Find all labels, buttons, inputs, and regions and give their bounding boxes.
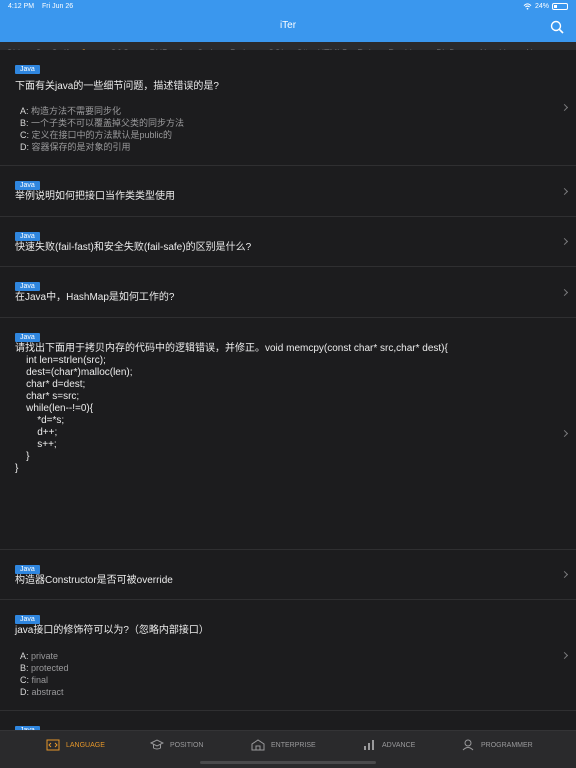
option-text: abstract: [29, 687, 64, 697]
option-letter: C:: [20, 675, 29, 685]
option-letter: C:: [20, 130, 29, 140]
answer-option: C: 定义在接口中的方法默认是public的: [20, 129, 172, 141]
status-right: 24%: [523, 3, 568, 10]
language-badge: Java: [15, 333, 40, 342]
answer-option: D: abstract: [20, 686, 64, 698]
option-letter: A:: [20, 651, 29, 661]
graduation-cap-icon: [150, 739, 164, 750]
bar-chart-icon: [364, 740, 374, 750]
option-letter: D:: [20, 687, 29, 697]
language-badge: Java: [15, 282, 40, 291]
list-item[interactable]: Java 下面有关java的一些细节问题，描述错误的是? A: 构造方法不需要同步化…: [0, 50, 576, 166]
question-text: 举例说明如何把接口当作类类型使用: [15, 191, 175, 202]
bottom-tab-label: LANGUAGE: [66, 741, 105, 749]
battery-icon: [552, 3, 568, 10]
question-text: java接口的修饰符可以为?（忽略内部接口）: [15, 625, 209, 636]
building-icon: [251, 739, 265, 751]
option-letter: B:: [20, 118, 29, 128]
answer-option: C: final: [20, 674, 48, 686]
option-letter: D:: [20, 142, 29, 152]
option-letter: B:: [20, 663, 29, 673]
search-icon[interactable]: [550, 20, 564, 34]
bottom-tab-enterprise[interactable]: ENTERPRISE: [251, 739, 316, 751]
answer-option: B: 一个子类不可以覆盖掉父类的同步方法: [20, 117, 184, 129]
battery-percent: 24%: [534, 3, 549, 10]
question-text: 请找出下面用于拷贝内存的代码中的逻辑错误，并修正。void memcpy(con…: [15, 343, 448, 474]
status-time: 4:12 PM: [8, 3, 35, 10]
answer-option: A: private: [20, 650, 58, 662]
chevron-right-icon: [560, 237, 569, 246]
option-text: protected: [28, 663, 69, 673]
top-bar: 4:12 PM Fri Jun 26 24% iTer: [0, 0, 576, 42]
language-badge: Java: [15, 65, 40, 74]
list-item[interactable]: Java 快速失败(fail-fast)和安全失败(fail-safe)的区别是什…: [0, 217, 576, 267]
option-text: 定义在接口中的方法默认是public的: [29, 130, 173, 140]
bottom-tab-label: POSITION: [170, 741, 204, 749]
bottom-tab-label: PROGRAMMER: [481, 741, 533, 749]
chevron-right-icon: [560, 651, 569, 659]
question-text: 构造器Constructor是否可被override: [15, 575, 173, 586]
bottom-tab-language[interactable]: LANGUAGE: [46, 739, 105, 751]
language-tab-strip[interactable]: Object-CSwiftJavaC&C++PHPJavaScriptPytho…: [0, 42, 576, 50]
option-text: 一个子类不可以覆盖掉父类的同步方法: [28, 118, 185, 128]
list-item[interactable]: Java 举例说明如何把接口当作类类型使用: [0, 166, 576, 217]
option-text: private: [28, 651, 59, 661]
language-badge: Java: [15, 565, 40, 574]
list-item[interactable]: Java用Java写代码来解决生产者——消费者问题?: [0, 711, 576, 730]
language-badge: Java: [15, 232, 40, 241]
language-badge: Java: [15, 615, 40, 624]
chevron-right-icon: [560, 570, 569, 579]
question-text: 快速失败(fail-fast)和安全失败(fail-safe)的区别是什么?: [15, 242, 252, 253]
chevron-right-icon: [560, 103, 569, 112]
list-item[interactable]: Java java接口的修饰符可以为?（忽略内部接口） A: private B: p…: [0, 600, 576, 711]
answer-option: A: 构造方法不需要同步化: [20, 105, 121, 117]
option-text: final: [29, 675, 49, 685]
page-title: iTer: [279, 20, 297, 31]
list-item[interactable]: Java 构造器Constructor是否可被override: [0, 550, 576, 600]
option-text: 构造方法不需要同步化: [28, 106, 122, 116]
bottom-tab-label: ENTERPRISE: [271, 741, 316, 749]
chevron-right-icon: [560, 429, 569, 438]
status-bar: 4:12 PM Fri Jun 26 24%: [8, 3, 568, 15]
question-list[interactable]: Java 下面有关java的一些细节问题，描述错误的是? A: 构造方法不需要同步化…: [0, 50, 576, 730]
bottom-tab-bar: LANGUAGE POSITION ENTERPRISE ADVANCE PROGRAM…: [0, 730, 576, 768]
code-icon: [46, 739, 60, 751]
bottom-tab-advance[interactable]: ADVANCE: [362, 739, 415, 751]
bottom-tab-position[interactable]: POSITION: [150, 739, 203, 751]
home-indicator: [200, 761, 376, 764]
chevron-right-icon: [560, 288, 569, 296]
answer-option: D: 容器保存的是对象的引用: [20, 141, 131, 153]
option-text: 容器保存的是对象的引用: [29, 142, 131, 152]
list-item[interactable]: Java 请找出下面用于拷贝内存的代码中的逻辑错误，并修正。void memcpy…: [0, 318, 576, 550]
question-text: 下面有关java的一些细节问题，描述错误的是?: [15, 81, 219, 92]
chevron-right-icon: [560, 187, 569, 195]
language-badge: Java: [15, 181, 40, 190]
person-icon: [462, 739, 474, 751]
status-date: Fri Jun 26: [42, 3, 74, 10]
bottom-tab-programmer[interactable]: PROGRAMMER: [461, 739, 533, 751]
question-text: 在Java中，HashMap是如何工作的?: [15, 292, 175, 303]
option-letter: A:: [20, 106, 29, 116]
wifi-icon: [523, 3, 532, 10]
bottom-tab-label: ADVANCE: [382, 741, 416, 749]
list-item[interactable]: Java 在Java中，HashMap是如何工作的?: [0, 267, 576, 318]
answer-option: B: protected: [20, 662, 69, 674]
